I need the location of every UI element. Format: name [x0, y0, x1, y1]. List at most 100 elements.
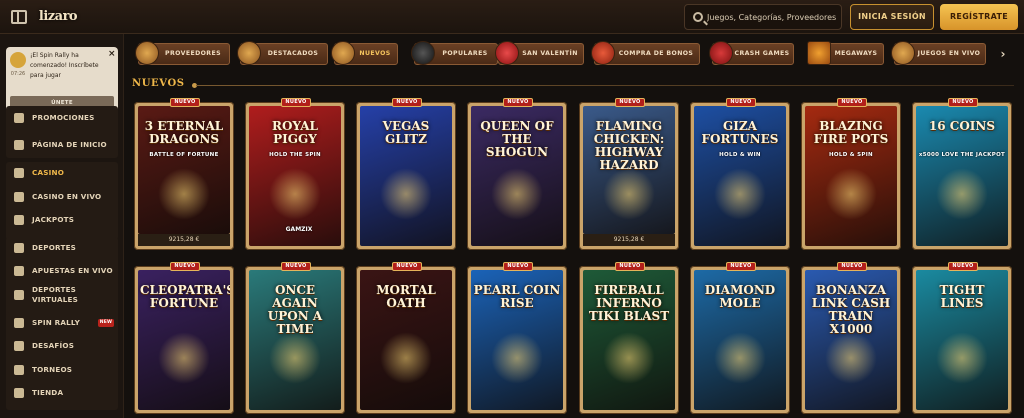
- monitor-icon: [14, 290, 24, 300]
- game-thumbnail: CLEOPATRA'S FORTUNE: [138, 270, 230, 410]
- game-subtitle: x5000 LOVE THE JACKPOT: [918, 152, 1006, 158]
- new-badge: NUEVO: [392, 98, 422, 107]
- game-card[interactable]: NUEVO 16 COINS x5000 LOVE THE JACKPOT: [912, 98, 1012, 250]
- live-games-icon: [891, 41, 915, 65]
- game-card[interactable]: NUEVO 3 ETERNAL DRAGONS BATTLE OF FORTUNE 9…: [134, 98, 234, 250]
- game-card[interactable]: NUEVO ROYAL PIGGY HOLD THE SPIN GAMZIX: [245, 98, 345, 250]
- game-thumbnail: TIGHT LINES: [916, 270, 1008, 410]
- game-card[interactable]: NUEVO ONCE AGAIN UPON A TIME: [245, 262, 345, 414]
- game-thumbnail: 3 ETERNAL DRAGONS BATTLE OF FORTUNE: [138, 106, 230, 234]
- game-artwork: [491, 168, 543, 220]
- game-card[interactable]: NUEVO GIZA FORTUNES HOLD & WIN: [690, 98, 790, 250]
- game-provider: GAMZIX: [285, 226, 313, 233]
- game-title: FIREBALL INFERNO TIKI BLAST: [588, 283, 670, 323]
- close-icon[interactable]: ×: [108, 50, 116, 59]
- new-badge: NUEVO: [837, 98, 867, 107]
- game-card[interactable]: NUEVO CLEOPATRA'S FORTUNE: [134, 262, 234, 414]
- sidebar-item-label: TORNEOS: [32, 365, 73, 374]
- game-title: TIGHT LINES: [939, 283, 985, 310]
- sidebar-item-torneos[interactable]: TORNEOS: [6, 359, 118, 381]
- sidebar-item-deportes-virtuales[interactable]: DEPORTES VIRTUALES: [6, 284, 86, 306]
- game-subtitle: BATTLE OF FORTUNE: [149, 152, 219, 158]
- game-card[interactable]: NUEVO QUEEN OF THE SHOGUN: [467, 98, 567, 250]
- category-compra-de-bonos[interactable]: COMPRA DE BONOS: [591, 41, 700, 65]
- game-card[interactable]: NUEVO MORTAL OATH: [356, 262, 456, 414]
- game-card[interactable]: NUEVO VEGAS GLITZ: [356, 98, 456, 250]
- sidebar-item-casino-en-vivo[interactable]: CASINO EN VIVO: [6, 186, 118, 208]
- clover-icon: [14, 215, 24, 225]
- category-nuevos[interactable]: NUEVOS: [331, 41, 398, 65]
- category-destacados[interactable]: DESTACADOS: [237, 41, 328, 65]
- sidebar-item-label: APUESTAS EN VIVO: [32, 266, 113, 275]
- register-button[interactable]: REGÍSTRATE: [940, 4, 1018, 30]
- providers-icon: [135, 41, 159, 65]
- game-artwork: [825, 332, 877, 384]
- notification-text: ¡El Spin Rally ha comenzado! Inscríbete …: [30, 52, 99, 79]
- game-card[interactable]: NUEVO TIGHT LINES: [912, 262, 1012, 414]
- game-thumbnail: 16 COINS x5000 LOVE THE JACKPOT: [916, 106, 1008, 246]
- category-juegos-en-vivo[interactable]: JUEGOS EN VIVO: [891, 41, 986, 65]
- megaways-icon: [807, 41, 831, 65]
- sidebar-item-tienda[interactable]: TIENDA: [6, 382, 118, 404]
- bomb-icon: [411, 41, 435, 65]
- sidebar-item-inicio[interactable]: PÁGINA DE INICIO: [6, 134, 118, 156]
- game-card[interactable]: NUEVO BLAZING FIRE POTS HOLD & SPIN: [801, 98, 901, 250]
- game-card[interactable]: NUEVO FIREBALL INFERNO TIKI BLAST: [579, 262, 679, 414]
- category-label: CRASH GAMES: [734, 50, 790, 57]
- category-crash-games[interactable]: CRASH GAMES: [709, 41, 794, 65]
- game-thumbnail: VEGAS GLITZ: [360, 106, 452, 246]
- game-thumbnail: ROYAL PIGGY HOLD THE SPIN GAMZIX: [249, 106, 341, 246]
- rally-icon: [10, 52, 26, 68]
- sidebar-item-deportes[interactable]: DEPORTES: [6, 237, 118, 259]
- game-artwork: [380, 332, 432, 384]
- game-title: QUEEN OF THE SHOGUN: [480, 119, 554, 159]
- search-box[interactable]: [684, 4, 842, 30]
- sidebar-item-desafios[interactable]: DESAFÍOS: [6, 335, 118, 357]
- game-card[interactable]: NUEVO FLAMING CHICKEN: HIGHWAY HAZARD 9215…: [579, 98, 679, 250]
- sidebar-item-promociones[interactable]: PROMOCIONES: [6, 107, 118, 129]
- game-thumbnail: QUEEN OF THE SHOGUN: [471, 106, 563, 246]
- trophy-icon: [14, 365, 24, 375]
- dynamite-icon: [709, 41, 733, 65]
- sidebar-item-spin-rally[interactable]: SPIN RALLY NEW: [6, 312, 118, 334]
- section-title: NUEVOS: [132, 78, 185, 89]
- site-logo[interactable]: lizaro: [36, 3, 80, 31]
- game-artwork: [158, 332, 210, 384]
- featured-icon: [237, 41, 261, 65]
- game-title: 16 COINS: [928, 119, 996, 133]
- search-input[interactable]: [707, 5, 839, 29]
- new-badge: NUEVO: [948, 98, 978, 107]
- sidebar-item-jackpots[interactable]: JACKPOTS: [6, 209, 118, 231]
- sidebar-item-apuestas-en-vivo[interactable]: APUESTAS EN VIVO: [6, 260, 118, 282]
- category-proveedores[interactable]: PROVEEDORES: [135, 41, 230, 65]
- category-label: DESTACADOS: [267, 50, 319, 57]
- play-icon: [14, 266, 24, 276]
- new-badge: NUEVO: [615, 98, 645, 107]
- search-icon: [693, 12, 703, 22]
- game-card[interactable]: NUEVO BONANZA LINK CASH TRAIN X1000: [801, 262, 901, 414]
- game-thumbnail: FLAMING CHICKEN: HIGHWAY HAZARD: [583, 106, 675, 234]
- new-badge: NUEVO: [281, 262, 311, 271]
- game-artwork: [269, 168, 321, 220]
- game-title: PEARL COIN RISE: [473, 283, 561, 310]
- chevron-right-icon[interactable]: ›: [996, 44, 1010, 64]
- game-card[interactable]: NUEVO DIAMOND MOLE: [690, 262, 790, 414]
- category-megaways[interactable]: MEGAWAYS: [807, 41, 884, 65]
- category-label: MEGAWAYS: [834, 50, 878, 57]
- new-badge: NEW: [98, 319, 114, 327]
- category-label: JUEGOS EN VIVO: [917, 50, 981, 57]
- category-san-valentin[interactable]: SAN VALENTÍN: [495, 41, 584, 65]
- sidebar-item-casino[interactable]: CASINO: [6, 162, 118, 184]
- sidebar-item-label: SPIN RALLY: [32, 318, 80, 327]
- sidebar-item-label: DESAFÍOS: [32, 341, 75, 350]
- category-populares[interactable]: POPULARES: [411, 41, 498, 65]
- new-badge: NUEVO: [503, 262, 533, 271]
- category-label: COMPRA DE BONOS: [618, 50, 694, 57]
- game-card[interactable]: NUEVO PEARL COIN RISE: [467, 262, 567, 414]
- login-button[interactable]: INICIA SESIÓN: [850, 4, 934, 30]
- live-casino-icon: [14, 192, 24, 202]
- game-thumbnail: DIAMOND MOLE: [694, 270, 786, 410]
- collapse-sidebar-icon[interactable]: [11, 10, 27, 24]
- category-label: SAN VALENTÍN: [522, 50, 578, 57]
- game-title: FLAMING CHICKEN: HIGHWAY HAZARD: [593, 119, 665, 172]
